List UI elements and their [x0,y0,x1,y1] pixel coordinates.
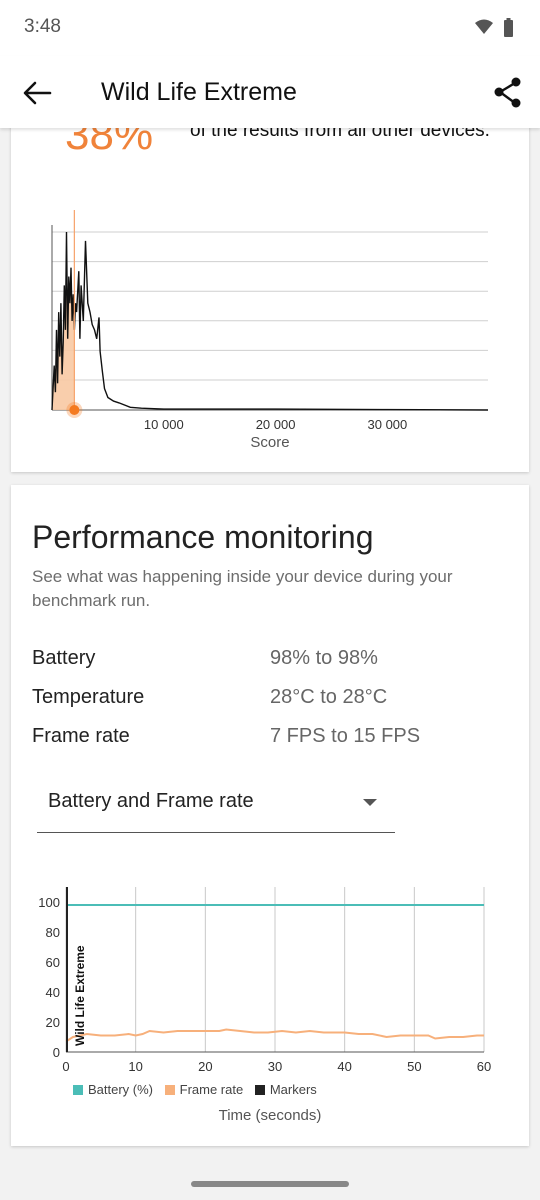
legend-label-battery: Battery (%) [88,1082,154,1097]
legend-swatch-frame-rate [164,1085,175,1095]
status-time: 3:48 [24,16,61,37]
page-title: Wild Life Extreme [101,78,297,106]
app-bar: Wild Life Extreme [0,56,540,128]
histogram-tick-label: 10 000 [144,417,184,432]
perf-x-tick-label: 20 [198,1059,212,1074]
legend-swatch-markers [254,1085,265,1095]
perf-y-tick-label: 60 [46,955,60,970]
legend-swatch-battery [73,1085,83,1095]
share-icon[interactable] [492,76,524,110]
status-bar: 3:48 [0,0,540,56]
perf-x-tick-label: 50 [407,1059,421,1074]
battery-icon [504,20,513,37]
perf-y-tick-label: 80 [46,925,60,940]
performance-chart: 0 10 20 30 40 50 60 0 20 40 60 80 100 Wild Life Extre… [38,887,491,1074]
legend-label-markers: Markers [269,1082,317,1097]
battery-cap [506,18,511,20]
perf-y-tick-label: 0 [53,1045,60,1060]
perf-y-tick-label: 100 [38,895,60,910]
histogram-tick-label: 30 000 [368,417,408,432]
performance-xlabel: Time (seconds) [218,1107,322,1124]
wifi-icon [475,19,493,34]
legend-label-frame-rate: Frame rate [179,1082,244,1097]
legend-frame-rate: Frame rate [164,1082,244,1097]
score-distribution-card: 38% of the results from all other device… [11,90,529,472]
status-icons [475,18,513,37]
perf-x-tick-label: 0 [62,1059,69,1074]
perf-x-tick-label: 10 [128,1059,142,1074]
histogram-tick-label: 20 000 [256,417,296,432]
score-histogram: 10 000 20 000 30 000 [51,210,489,432]
perf-x-tick-label: 60 [477,1059,491,1074]
legend-battery: Battery (%) [73,1082,153,1097]
device-score-marker [69,405,80,415]
perf-y-tick-label: 40 [46,985,60,1000]
back-arrow-icon[interactable] [20,78,54,108]
gesture-nav-bar[interactable] [191,1181,349,1187]
histogram-xlabel: Score [250,434,290,451]
legend-markers: Markers [254,1082,317,1097]
benchmark-marker-label: Wild Life Extreme [73,945,87,1046]
chart-legend: Battery (%) Frame rate Markers [73,1082,325,1097]
perf-y-tick-label: 20 [46,1015,60,1030]
performance-card: Performance monitoring See what was happ… [11,485,529,1146]
perf-x-tick-label: 30 [268,1059,282,1074]
perf-x-tick-label: 40 [337,1059,351,1074]
